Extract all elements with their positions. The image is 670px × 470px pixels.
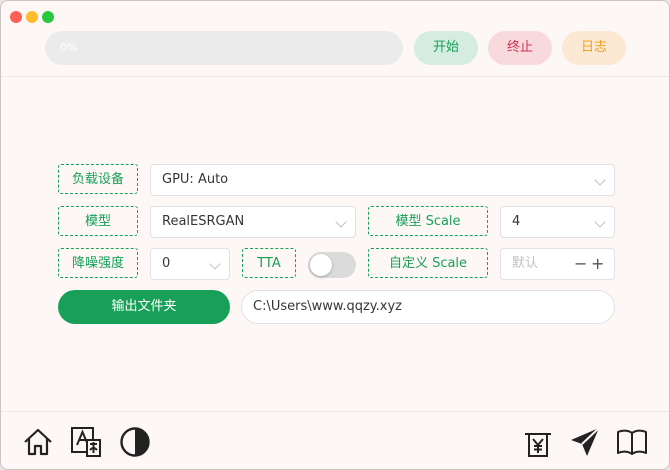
output-path-input[interactable]: C:\Users\www.qqzy.xyz: [241, 290, 615, 324]
minus-icon[interactable]: −: [574, 249, 587, 279]
maximize-window-button[interactable]: [42, 11, 54, 23]
progress-text: 0%: [60, 41, 78, 54]
tta-label: TTA: [242, 248, 296, 278]
translate-icon[interactable]: [70, 426, 102, 458]
custom-scale-label: 自定义 Scale: [368, 248, 488, 278]
output-folder-button[interactable]: 输出文件夹: [58, 290, 230, 324]
denoise-select[interactable]: 0: [150, 248, 230, 280]
toggle-knob: [310, 254, 332, 276]
chevron-down-icon: [335, 216, 347, 228]
model-select[interactable]: RealESRGAN: [150, 206, 356, 238]
model-scale-label: 模型 Scale: [368, 206, 488, 236]
home-icon[interactable]: [22, 426, 54, 458]
custom-scale-input[interactable]: 默认 − +: [500, 248, 615, 280]
log-button[interactable]: 日志: [562, 31, 626, 65]
stop-button[interactable]: 终止: [488, 31, 552, 65]
denoise-label: 降噪强度: [58, 248, 138, 278]
minimize-window-button[interactable]: [26, 11, 38, 23]
close-window-button[interactable]: [10, 11, 22, 23]
chevron-down-icon: [594, 216, 606, 228]
app-window: 0% 开始 终止 日志 负载设备 GPU: Auto 模型 RealESRGAN…: [0, 0, 670, 470]
device-select[interactable]: GPU: Auto: [150, 164, 615, 196]
model-select-value: RealESRGAN: [162, 214, 245, 229]
send-icon[interactable]: [569, 426, 601, 458]
model-label: 模型: [58, 206, 138, 236]
model-scale-select[interactable]: 4: [500, 206, 615, 238]
yuan-donate-icon[interactable]: [522, 426, 554, 458]
start-button[interactable]: 开始: [414, 31, 478, 65]
chevron-down-icon: [594, 174, 606, 186]
plus-icon[interactable]: +: [591, 249, 604, 279]
top-bar: 0% 开始 终止 日志: [1, 1, 669, 77]
device-select-value: GPU: Auto: [162, 172, 229, 187]
model-scale-value: 4: [512, 214, 521, 229]
denoise-select-value: 0: [162, 256, 171, 271]
custom-scale-placeholder: 默认: [512, 256, 539, 271]
device-label: 负载设备: [58, 164, 138, 194]
theme-contrast-icon[interactable]: [119, 426, 151, 458]
progress-bar: 0%: [45, 31, 403, 65]
tta-toggle[interactable]: [308, 252, 356, 278]
chevron-down-icon: [209, 258, 221, 270]
book-icon[interactable]: [616, 426, 648, 458]
